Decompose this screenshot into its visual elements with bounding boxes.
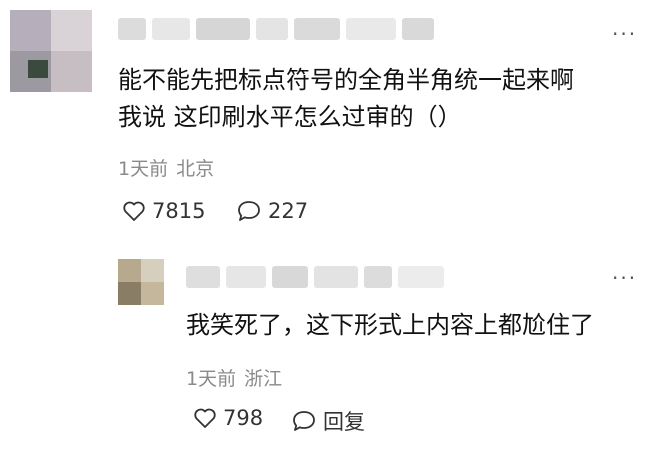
reply-like-count: 798 <box>223 406 264 430</box>
reply-location: 浙江 <box>244 368 283 390</box>
heart-outline-icon <box>123 201 145 221</box>
reply-text: 我笑死了，这下形式上内容上都尬住了 <box>186 311 594 339</box>
reply-time: 1天前 <box>186 368 237 390</box>
comment-text-line2: 我说 这印刷水平怎么过审的（） <box>118 103 462 131</box>
commenter-avatar[interactable] <box>10 10 92 92</box>
commenter-name-blurred[interactable] <box>118 18 434 40</box>
comment-like-count: 7815 <box>152 199 206 223</box>
reply-more-icon[interactable]: ··· <box>612 266 637 290</box>
reply-button[interactable]: 回复 <box>291 406 365 436</box>
reply-meta: 1天前 浙江 <box>186 364 282 391</box>
comment-location: 北京 <box>176 158 215 180</box>
comment-more-icon[interactable]: ··· <box>612 22 637 46</box>
comment-reply-count-button[interactable]: 227 <box>236 199 308 223</box>
speech-bubble-icon <box>293 411 315 431</box>
comment-reply-count: 227 <box>268 199 309 223</box>
comment-text-line1: 能不能先把标点符号的全角半角统一起来啊 <box>118 66 574 94</box>
comment-like-button[interactable]: 7815 <box>122 199 205 223</box>
comment-meta: 1天前 北京 <box>118 154 214 181</box>
speech-bubble-icon <box>238 201 260 221</box>
comment-time: 1天前 <box>118 158 169 180</box>
heart-outline-icon <box>194 408 216 428</box>
replier-name-blurred[interactable] <box>186 266 444 288</box>
reply-like-button[interactable]: 798 <box>193 406 263 430</box>
reply-button-label: 回复 <box>323 410 365 434</box>
replier-avatar[interactable] <box>118 259 164 305</box>
